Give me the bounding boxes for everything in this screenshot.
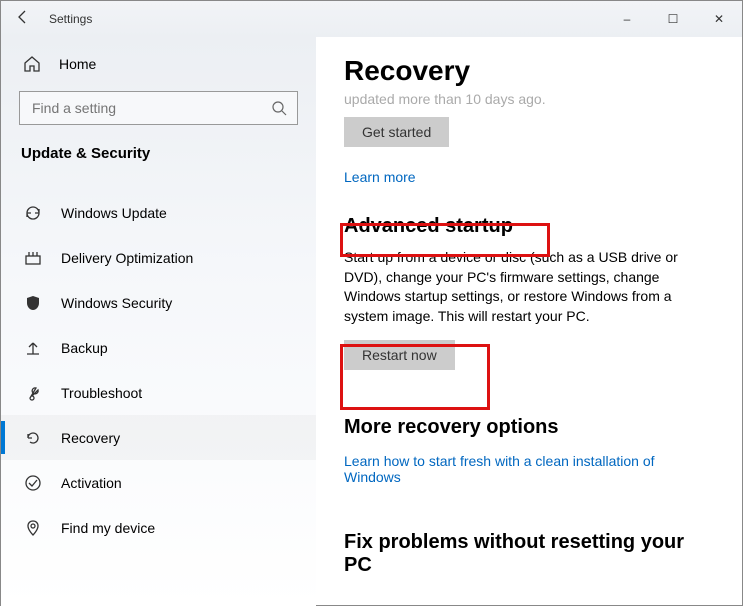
category-header: Update & Security	[1, 143, 316, 178]
backup-icon	[23, 338, 43, 358]
page-title: Recovery	[344, 55, 714, 87]
search-box[interactable]	[19, 91, 298, 125]
fix-problems-heading: Fix problems without resetting your PC	[344, 531, 714, 577]
delivery-icon	[23, 248, 43, 268]
close-button[interactable]: ✕	[696, 1, 742, 37]
home-label: Home	[59, 56, 96, 72]
shield-icon	[23, 293, 43, 313]
nav-label: Backup	[61, 340, 108, 356]
nav-recovery[interactable]: Recovery	[1, 415, 316, 460]
window-title: Settings	[45, 12, 92, 26]
nav-windows-update[interactable]: Windows Update	[1, 190, 316, 235]
nav-label: Windows Update	[61, 205, 167, 221]
recovery-icon	[23, 428, 43, 448]
nav-activation[interactable]: Activation	[1, 460, 316, 505]
search-icon	[271, 100, 287, 116]
highlight-box-2	[340, 344, 490, 410]
nav-label: Windows Security	[61, 295, 172, 311]
learn-more-link[interactable]: Learn more	[344, 169, 416, 185]
minimize-button[interactable]: –	[604, 1, 650, 37]
wrench-icon	[23, 383, 43, 403]
more-recovery-heading: More recovery options	[344, 416, 714, 439]
nav-label: Troubleshoot	[61, 385, 142, 401]
content-pane: Recovery updated more than 10 days ago. …	[316, 37, 742, 607]
start-fresh-link[interactable]: Learn how to start fresh with a clean in…	[344, 453, 714, 485]
titlebar: Settings – ☐ ✕	[1, 1, 742, 37]
nav-backup[interactable]: Backup	[1, 325, 316, 370]
nav-label: Recovery	[61, 430, 120, 446]
location-icon	[23, 518, 43, 538]
nav-find-my-device[interactable]: Find my device	[1, 505, 316, 550]
home-nav[interactable]: Home	[1, 47, 316, 81]
highlight-box-1	[340, 223, 550, 257]
advanced-startup-desc: Start up from a device or disc (such as …	[344, 248, 714, 326]
nav-label: Activation	[61, 475, 122, 491]
check-circle-icon	[23, 473, 43, 493]
home-icon	[23, 55, 41, 73]
nav-label: Find my device	[61, 520, 155, 536]
nav-troubleshoot[interactable]: Troubleshoot	[1, 370, 316, 415]
get-started-button[interactable]: Get started	[344, 117, 449, 147]
nav-windows-security[interactable]: Windows Security	[1, 280, 316, 325]
search-input[interactable]	[30, 99, 271, 117]
sync-icon	[23, 203, 43, 223]
sidebar: Home Update & Security Windows Update De…	[1, 37, 316, 607]
maximize-button[interactable]: ☐	[650, 1, 696, 37]
partial-text: updated more than 10 days ago.	[344, 91, 714, 107]
nav-label: Delivery Optimization	[61, 250, 193, 266]
back-button[interactable]	[1, 9, 45, 30]
nav-delivery-optimization[interactable]: Delivery Optimization	[1, 235, 316, 280]
